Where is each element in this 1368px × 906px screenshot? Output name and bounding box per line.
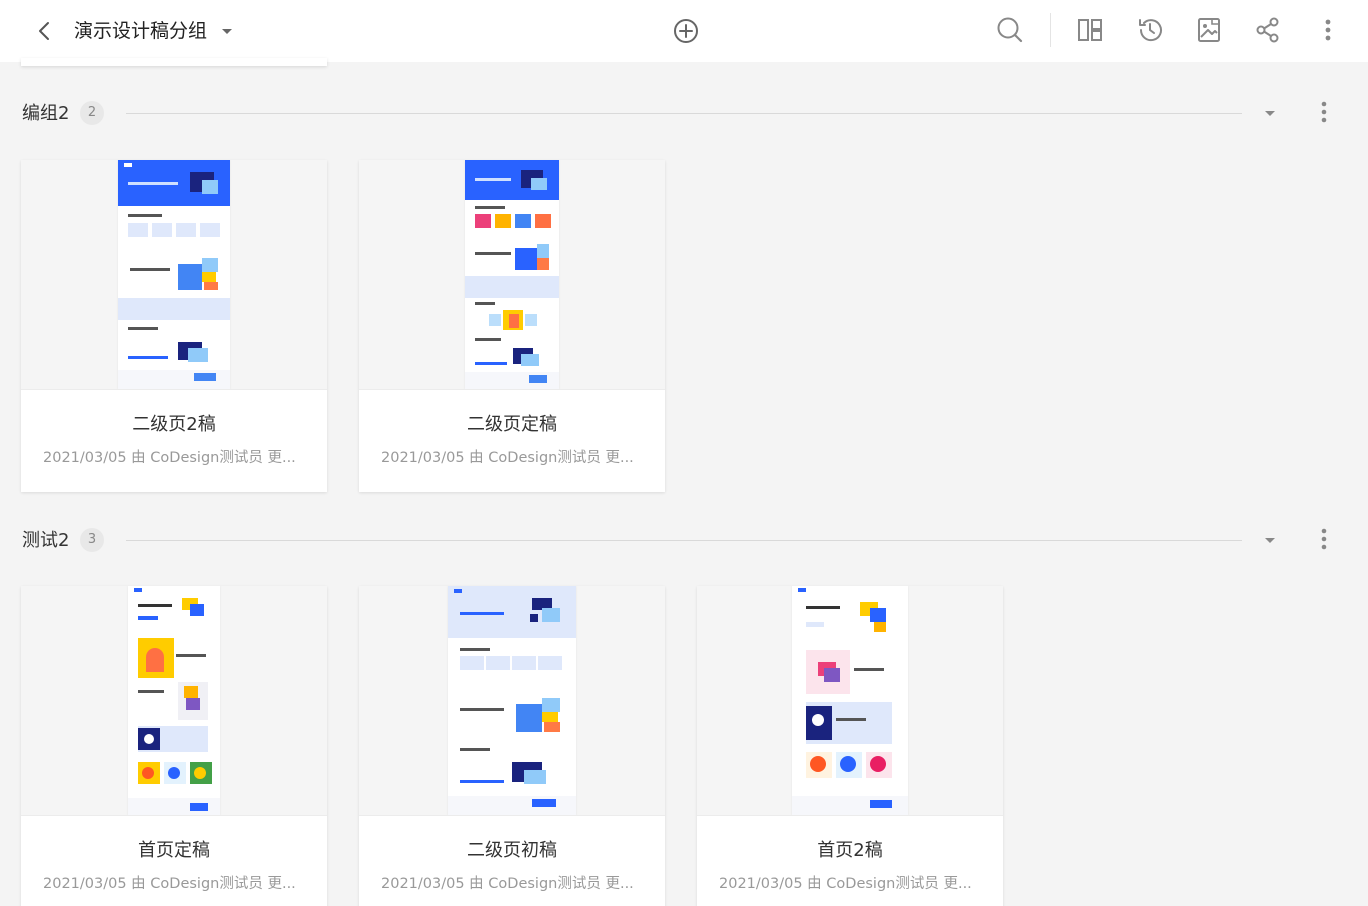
back-arrow-icon[interactable] [30, 17, 58, 45]
page-title: 演示设计稿分组 [74, 20, 208, 42]
design-name: 二级页定稿 [467, 414, 557, 435]
share-icon[interactable] [1252, 14, 1284, 46]
design-card[interactable]: 首页2稿 2021/03/05 由 CoDesign测试员 更... [697, 586, 1003, 906]
group-divider [126, 113, 1242, 114]
design-thumbnail [21, 586, 327, 816]
collapse-caret-icon[interactable] [1261, 104, 1279, 122]
group-count-badge: 2 [80, 101, 104, 125]
group-divider [126, 540, 1242, 541]
design-thumbnail [21, 160, 327, 390]
design-thumbnail [359, 160, 665, 390]
design-name: 二级页2稿 [132, 414, 216, 435]
more-vertical-icon[interactable] [1312, 14, 1344, 46]
design-meta: 2021/03/05 由 CoDesign测试员 更... [43, 450, 296, 466]
design-card[interactable]: 二级页定稿 2021/03/05 由 CoDesign测试员 更... [359, 160, 665, 492]
design-card[interactable]: 二级页2稿 2021/03/05 由 CoDesign测试员 更... [21, 160, 327, 492]
design-card[interactable]: 二级页初稿 2021/03/05 由 CoDesign测试员 更... [359, 586, 665, 906]
design-thumbnail [359, 586, 665, 816]
image-export-icon[interactable] [1193, 14, 1225, 46]
design-meta: 2021/03/05 由 CoDesign测试员 更... [43, 876, 296, 892]
group-count-badge: 3 [80, 528, 104, 552]
top-bar: 演示设计稿分组 [0, 0, 1368, 62]
design-thumbnail [697, 586, 1003, 816]
design-meta: 2021/03/05 由 CoDesign测试员 更... [719, 876, 972, 892]
chevron-down-icon[interactable] [218, 22, 236, 40]
design-name: 首页2稿 [817, 840, 883, 861]
design-meta: 2021/03/05 由 CoDesign测试员 更... [381, 450, 634, 466]
group-title: 编组2 [22, 103, 70, 124]
previous-card-edge [21, 58, 327, 66]
add-circle-icon[interactable] [671, 16, 701, 46]
design-meta: 2021/03/05 由 CoDesign测试员 更... [381, 876, 634, 892]
design-name: 首页定稿 [138, 840, 210, 861]
toolbar-divider [1050, 13, 1051, 47]
design-name: 二级页初稿 [467, 840, 557, 861]
design-card[interactable]: 首页定稿 2021/03/05 由 CoDesign测试员 更... [21, 586, 327, 906]
group-title: 测试2 [22, 530, 70, 551]
layout-columns-icon[interactable] [1074, 14, 1106, 46]
collapse-caret-icon[interactable] [1261, 531, 1279, 549]
group-header: 测试2 3 [0, 526, 1368, 558]
group-more-icon[interactable] [1312, 99, 1336, 127]
group-header: 编组2 2 [0, 99, 1368, 131]
search-icon[interactable] [994, 14, 1026, 46]
group-more-icon[interactable] [1312, 526, 1336, 554]
history-icon[interactable] [1134, 14, 1166, 46]
